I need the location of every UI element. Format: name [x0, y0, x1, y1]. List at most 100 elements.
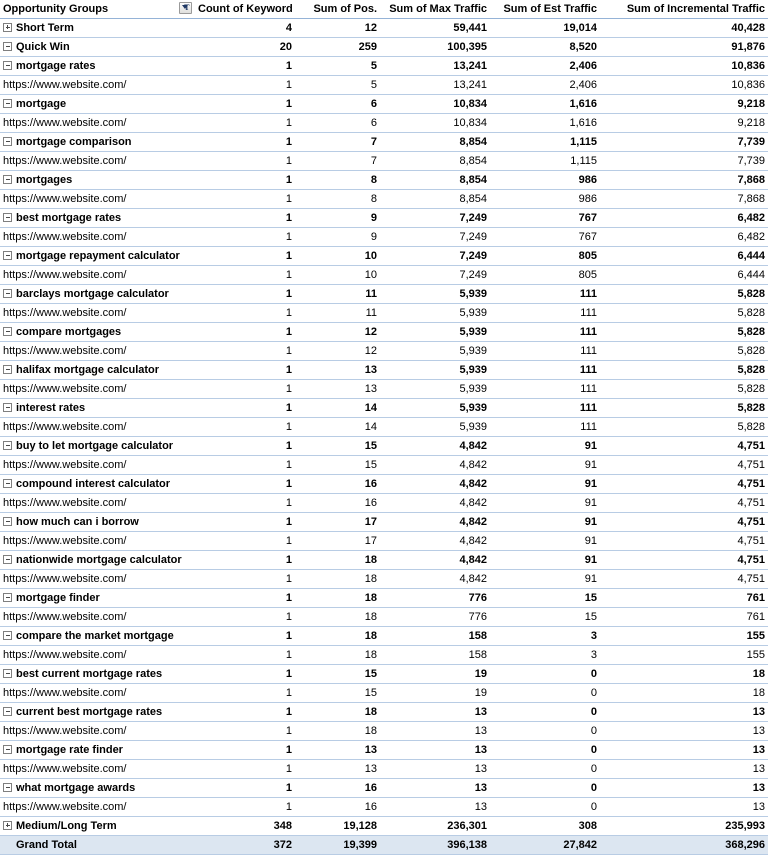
table-row[interactable]: https://www.website.com/1 18 158 3 155 [0, 645, 768, 665]
cell-estTraffic: 0 [490, 759, 600, 779]
cell-pos: 10 [295, 265, 380, 285]
collapse-icon[interactable] [3, 782, 12, 792]
table-row[interactable]: https://www.website.com/1 18 4,842 91 4,751 [0, 569, 768, 589]
collapse-icon[interactable] [3, 592, 12, 602]
collapse-icon[interactable] [3, 706, 12, 716]
table-row[interactable]: https://www.website.com/1 16 4,842 91 4,751 [0, 493, 768, 513]
collapse-icon[interactable] [3, 744, 12, 754]
table-row[interactable]: interest rates 1 14 5,939 111 5,828 [0, 398, 768, 418]
collapse-icon[interactable] [3, 326, 12, 336]
cell-count: 1 [195, 75, 295, 95]
cell-incTraffic: 761 [600, 588, 768, 608]
row-label-text: mortgages [16, 173, 73, 186]
collapse-icon[interactable] [3, 174, 12, 184]
cell-value: 1 [285, 97, 292, 110]
table-row[interactable]: mortgage repayment calculator 1 10 7,249 805… [0, 246, 768, 266]
collapse-icon[interactable] [3, 668, 12, 678]
table-row[interactable]: https://www.website.com/1 9 7,249 767 6,482 [0, 227, 768, 247]
table-row[interactable]: mortgage comparison 1 7 8,854 1,115 7,739 [0, 132, 768, 152]
cell-incTraffic: 7,739 [600, 132, 768, 152]
column-header-count[interactable]: Count of Keyword [195, 0, 295, 19]
cell-value: 12 [364, 21, 377, 34]
table-row[interactable]: best current mortgage rates 1 15 19 0 18 [0, 664, 768, 684]
column-header-pos[interactable]: Sum of Pos. [295, 0, 380, 19]
table-row[interactable]: https://www.website.com/1 15 4,842 91 4,751 [0, 455, 768, 475]
cell-value: 4,842 [459, 496, 487, 509]
column-header-estTraffic[interactable]: Sum of Est Traffic [490, 0, 600, 19]
table-row[interactable]: https://www.website.com/1 13 5,939 111 5,828 [0, 379, 768, 399]
collapse-icon[interactable] [3, 554, 12, 564]
table-row[interactable]: https://www.website.com/1 18 13 0 13 [0, 721, 768, 741]
cell-value: 1 [285, 325, 292, 338]
collapse-icon[interactable] [3, 212, 12, 222]
table-row[interactable]: what mortgage awards 1 16 13 0 13 [0, 778, 768, 798]
column-header-maxTraffic[interactable]: Sum of Max Traffic [380, 0, 490, 19]
collapse-icon[interactable] [3, 41, 12, 51]
cell-incTraffic: 5,828 [600, 379, 768, 399]
collapse-icon[interactable] [3, 440, 12, 450]
cell-value: 6,482 [737, 211, 765, 224]
row-label-text: https://www.website.com/ [3, 762, 127, 775]
table-row[interactable]: Medium/Long Term 348 19,128 236,301 308 235,9… [0, 816, 768, 836]
table-row[interactable]: https://www.website.com/1 6 10,834 1,616 9,2… [0, 113, 768, 133]
table-row[interactable]: nationwide mortgage calculator 1 18 4,842 91… [0, 550, 768, 570]
table-row[interactable]: Quick Win 20 259 100,395 8,520 91,876 [0, 37, 768, 57]
cell-value: 18 [752, 667, 765, 680]
column-header-incTraffic[interactable]: Sum of Incremental Traffic [600, 0, 768, 19]
cell-value: 11 [365, 306, 377, 319]
cell-value: 13 [474, 705, 487, 718]
table-row[interactable]: https://www.website.com/1 10 7,249 805 6,444 [0, 265, 768, 285]
cell-incTraffic: 13 [600, 702, 768, 722]
table-row[interactable]: https://www.website.com/1 15 19 0 18 [0, 683, 768, 703]
table-row[interactable]: https://www.website.com/1 7 8,854 1,115 7,73… [0, 151, 768, 171]
row-label-cell: nationwide mortgage calculator [0, 550, 195, 570]
collapse-icon[interactable] [3, 288, 12, 298]
table-row[interactable]: https://www.website.com/1 17 4,842 91 4,751 [0, 531, 768, 551]
table-row[interactable]: mortgage 1 6 10,834 1,616 9,218 [0, 94, 768, 114]
column-header-label[interactable]: Opportunity Groups T [0, 0, 195, 19]
table-row[interactable]: buy to let mortgage calculator 1 15 4,842 91… [0, 436, 768, 456]
table-row[interactable]: https://www.website.com/1 8 8,854 986 7,868 [0, 189, 768, 209]
table-row[interactable]: https://www.website.com/1 11 5,939 111 5,828 [0, 303, 768, 323]
filter-sort-icon[interactable]: T [179, 2, 192, 14]
table-row[interactable]: mortgage finder 1 18 776 15 761 [0, 588, 768, 608]
table-row[interactable]: barclays mortgage calculator 1 11 5,939 111 5… [0, 284, 768, 304]
collapse-icon[interactable] [3, 98, 12, 108]
table-row[interactable]: mortgage rate finder 1 13 13 0 13 [0, 740, 768, 760]
table-row[interactable]: compare mortgages 1 12 5,939 111 5,828 [0, 322, 768, 342]
table-row[interactable]: https://www.website.com/1 12 5,939 111 5,828 [0, 341, 768, 361]
table-row[interactable]: https://www.website.com/1 14 5,939 111 5,828 [0, 417, 768, 437]
grand-total-row[interactable]: Grand Total 372 19,399 396,138 27,842 368,296 [0, 835, 768, 855]
cell-pos: 11 [295, 284, 380, 304]
table-row[interactable]: compare the market mortgage 1 18 158 3 155 [0, 626, 768, 646]
collapse-icon[interactable] [3, 60, 12, 70]
table-row[interactable]: https://www.website.com/1 16 13 0 13 [0, 797, 768, 817]
expand-icon[interactable] [3, 22, 12, 32]
table-row[interactable]: https://www.website.com/1 18 776 15 761 [0, 607, 768, 627]
collapse-icon[interactable] [3, 250, 12, 260]
row-label-text: https://www.website.com/ [3, 116, 127, 129]
cell-estTraffic: 986 [490, 189, 600, 209]
collapse-icon[interactable] [3, 364, 12, 374]
table-row[interactable]: best mortgage rates 1 9 7,249 767 6,482 [0, 208, 768, 228]
collapse-icon[interactable] [3, 402, 12, 412]
cell-incTraffic: 7,868 [600, 170, 768, 190]
row-label-text: https://www.website.com/ [3, 724, 127, 737]
collapse-icon[interactable] [3, 478, 12, 488]
table-row[interactable]: https://www.website.com/1 13 13 0 13 [0, 759, 768, 779]
table-row[interactable]: mortgage rates 1 5 13,241 2,406 10,836 [0, 56, 768, 76]
collapse-icon[interactable] [3, 136, 12, 146]
collapse-icon[interactable] [3, 516, 12, 526]
table-row[interactable]: how much can i borrow 1 17 4,842 91 4,751 [0, 512, 768, 532]
table-row[interactable]: current best mortgage rates 1 18 13 0 13 [0, 702, 768, 722]
cell-value: 7,739 [737, 135, 765, 148]
table-row[interactable]: https://www.website.com/1 5 13,241 2,406 10,… [0, 75, 768, 95]
table-row[interactable]: mortgages 1 8 8,854 986 7,868 [0, 170, 768, 190]
cell-count: 1 [195, 170, 295, 190]
table-row[interactable]: Short Term 4 12 59,441 19,014 40,428 [0, 18, 768, 38]
table-row[interactable]: halifax mortgage calculator 1 13 5,939 111 5,… [0, 360, 768, 380]
collapse-icon[interactable] [3, 630, 12, 640]
table-row[interactable]: compound interest calculator 1 16 4,842 91 4,… [0, 474, 768, 494]
expand-icon[interactable] [3, 820, 12, 830]
cell-maxTraffic: 7,249 [380, 208, 490, 228]
